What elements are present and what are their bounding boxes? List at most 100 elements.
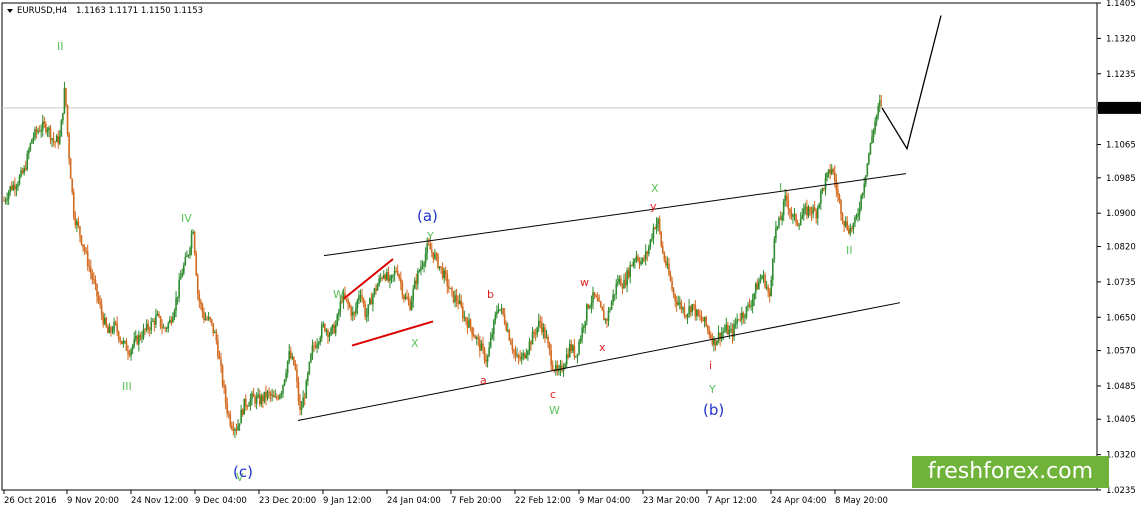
candle-body <box>793 213 796 215</box>
candle-body <box>823 188 825 190</box>
candle-body <box>86 251 89 266</box>
candle-body <box>640 261 642 265</box>
candle-body <box>94 280 97 284</box>
candle-body <box>20 170 22 177</box>
candle-body <box>122 341 125 344</box>
candle-body <box>231 425 233 429</box>
candle-body <box>238 423 241 426</box>
candle-body <box>668 263 670 275</box>
candle-body <box>353 312 356 314</box>
candle-body <box>776 226 779 228</box>
candle-body <box>130 349 132 356</box>
chart-canvas[interactable]: IIIVIIIV(c)(a)YWXbacWwxXyiY(b)III 1.1405… <box>0 0 1141 511</box>
wave-label-red: x <box>599 341 606 354</box>
candle-body <box>32 137 35 140</box>
candle-body <box>325 330 328 332</box>
candle-body <box>212 323 215 333</box>
candle-body <box>105 318 108 327</box>
candle-body <box>7 192 10 200</box>
wave-label-blue: (a) <box>417 207 438 225</box>
candle-body <box>861 192 864 196</box>
candle-body <box>683 307 686 316</box>
current-price-label: 1.1153 <box>1106 104 1136 114</box>
x-tick-label: 23 Dec 20:00 <box>259 496 316 506</box>
wave-label-red: b <box>487 288 494 301</box>
candle-body <box>66 105 69 135</box>
candle-body <box>493 320 495 335</box>
candle-body <box>499 309 501 310</box>
candle-body <box>293 356 295 366</box>
candle-body <box>280 392 283 395</box>
candle-body <box>148 329 151 331</box>
candle-body <box>747 304 749 307</box>
candle-body <box>491 334 494 338</box>
candle-body <box>431 249 433 253</box>
candle-body <box>764 274 766 288</box>
candle-body <box>103 318 106 325</box>
candle-body <box>483 348 486 360</box>
candle-body <box>452 291 455 303</box>
candle-body <box>31 139 33 144</box>
candle-body <box>55 135 58 143</box>
candle-body <box>34 129 36 138</box>
candle-body <box>775 227 777 239</box>
candle-body <box>117 331 120 340</box>
candle-body <box>660 231 662 246</box>
candle-body <box>455 295 458 302</box>
candle-body <box>224 387 227 404</box>
candle-body <box>184 256 187 265</box>
candle-body <box>489 337 492 348</box>
candle-body <box>871 136 873 144</box>
candle-body <box>156 313 159 316</box>
candle-body <box>426 243 428 254</box>
candle-body <box>511 344 514 351</box>
x-tick-label: 9 Jan 12:00 <box>323 496 371 506</box>
candle-body <box>276 396 278 398</box>
candle-body <box>723 330 726 332</box>
candle-body <box>268 391 270 393</box>
candle-body <box>762 274 765 277</box>
candle-body <box>663 252 666 261</box>
candle-body <box>201 304 204 313</box>
candle-body <box>705 316 707 326</box>
candle-body <box>469 319 472 328</box>
candle-body <box>460 300 463 307</box>
y-tick-label: 1.0820 <box>1106 243 1136 253</box>
candle-body <box>384 274 387 280</box>
candle-body <box>97 296 100 302</box>
candle-body <box>62 112 64 121</box>
candle-body <box>578 341 580 354</box>
candle-body <box>299 400 301 410</box>
candle-body <box>85 251 87 252</box>
candle-body <box>234 429 236 431</box>
candle-body <box>649 239 652 248</box>
candle-body <box>93 279 95 281</box>
candle-body <box>465 317 467 322</box>
candle-body <box>172 316 174 323</box>
candle-body <box>378 278 380 286</box>
candle-body <box>65 88 67 106</box>
candle-body <box>345 298 348 300</box>
candle-body <box>51 138 53 140</box>
candle-body <box>635 256 638 260</box>
candle-body <box>59 136 61 144</box>
candle-body <box>629 265 631 277</box>
projection-path <box>881 15 942 151</box>
candle-body <box>682 307 684 310</box>
candle-body <box>599 301 602 307</box>
candle-body <box>661 245 664 253</box>
candle-body <box>634 259 636 262</box>
candle-body <box>843 220 845 227</box>
candle-body <box>675 300 678 305</box>
candle-body <box>654 227 656 229</box>
candle-body <box>714 338 717 346</box>
candle-body <box>508 329 511 341</box>
candle-body <box>37 130 39 133</box>
candle-body <box>444 270 447 275</box>
candle-body <box>480 343 483 351</box>
candle-body <box>530 341 532 345</box>
dropdown-arrow-icon[interactable] <box>7 9 13 13</box>
candle-body <box>365 315 368 317</box>
price-chart[interactable]: II IV III V (c) (a) Y W Xb a c Ww x Xy i Y (b) I II 1.1405… <box>0 0 1141 511</box>
candle-body <box>595 295 597 298</box>
